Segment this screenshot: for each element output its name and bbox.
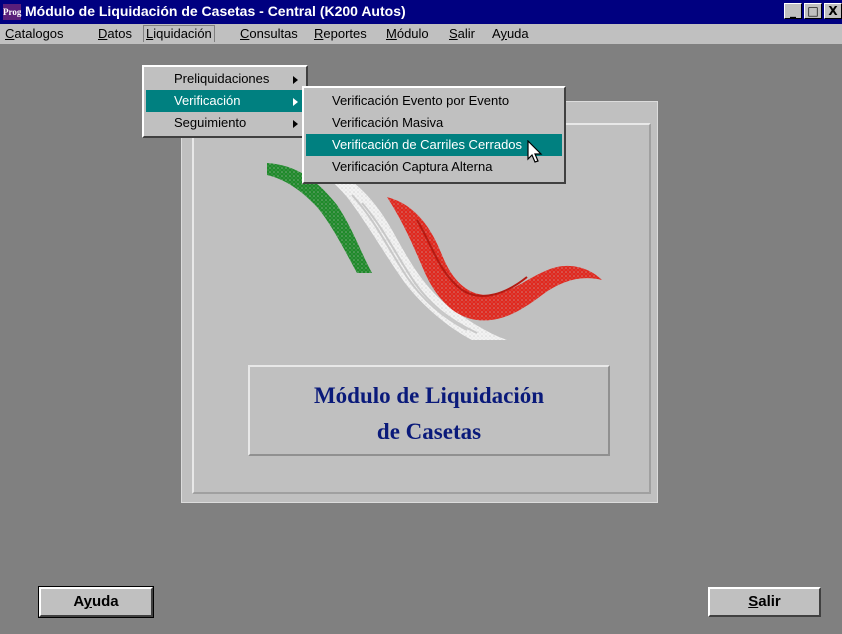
menu-label: eportes: [323, 26, 367, 41]
menu-item-label: Verificación de Carriles Cerrados: [332, 137, 523, 152]
menu-salir[interactable]: Salir: [449, 26, 475, 42]
window-title: Módulo de Liquidación de Casetas - Centr…: [25, 3, 406, 19]
submenu-arrow-icon: [293, 120, 298, 128]
title-bar: Prog Módulo de Liquidación de Casetas - …: [0, 0, 842, 24]
menu-modulo[interactable]: Módulo: [386, 26, 429, 42]
menu-item-preliquidaciones[interactable]: Preliquidaciones: [146, 68, 304, 90]
menu-label: alir: [457, 26, 476, 41]
verificacion-submenu: Verificación Evento por Evento Verificac…: [302, 86, 566, 184]
menu-catalogos[interactable]: Catalogos: [5, 26, 64, 42]
menu-ayuda[interactable]: Ayuda: [492, 26, 529, 42]
menu-label: iquidación: [153, 26, 212, 41]
menu-label: onsultas: [249, 26, 298, 41]
menu-item-verificacion-masiva[interactable]: Verificación Masiva: [306, 112, 562, 134]
menu-item-label: Verificación Masiva: [332, 115, 444, 130]
menu-item-label: Seguimiento: [174, 115, 247, 130]
module-title-line-2: de Casetas: [376, 419, 482, 444]
menu-item-verificacion-evento[interactable]: Verificación Evento por Evento: [306, 90, 562, 112]
salir-button[interactable]: Salir: [708, 587, 821, 617]
menu-consultas[interactable]: Consultas: [240, 26, 298, 42]
menu-bar: Catalogos Datos Liquidación Consultas Re…: [0, 24, 842, 45]
window-controls: _ □ X: [784, 3, 842, 21]
submenu-arrow-icon: [293, 76, 298, 84]
menu-item-label: Preliquidaciones: [174, 71, 270, 86]
menu-item-label: Verificación Evento por Evento: [332, 93, 510, 108]
salir-button-label: Salir: [748, 593, 781, 610]
menu-item-verificacion-captura-alterna[interactable]: Verificación Captura Alterna: [306, 156, 562, 178]
menu-liquidacion[interactable]: Liquidación: [143, 25, 215, 42]
liquidacion-dropdown: Preliquidaciones Verificación Seguimient…: [142, 65, 308, 138]
menu-item-verificacion[interactable]: Verificación: [146, 90, 304, 112]
app-icon[interactable]: Prog: [3, 4, 21, 20]
minimize-button[interactable]: _: [784, 3, 802, 19]
menu-item-verificacion-carriles-cerrados[interactable]: Verificación de Carriles Cerrados: [306, 134, 562, 156]
menu-reportes[interactable]: Reportes: [314, 26, 367, 42]
menu-label: atalogos: [14, 26, 64, 41]
module-title-box: Módulo de Liquidación de Casetas: [248, 365, 610, 456]
menu-label: ódulo: [396, 26, 429, 41]
menu-item-label: Verificación Captura Alterna: [332, 159, 493, 174]
menu-label: atos: [107, 26, 132, 41]
module-title-line-1: Módulo de Liquidación: [313, 383, 545, 408]
ayuda-button-label: Ayuda: [73, 593, 119, 610]
menu-datos[interactable]: Datos: [98, 26, 132, 42]
close-button[interactable]: X: [824, 3, 842, 19]
menu-item-seguimiento[interactable]: Seguimiento: [146, 112, 304, 134]
ayuda-button[interactable]: Ayuda: [38, 586, 154, 618]
mouse-pointer-icon: [527, 140, 543, 163]
submenu-arrow-icon: [293, 98, 298, 106]
menu-item-label: Verificación: [174, 93, 241, 108]
maximize-button[interactable]: □: [804, 3, 822, 19]
